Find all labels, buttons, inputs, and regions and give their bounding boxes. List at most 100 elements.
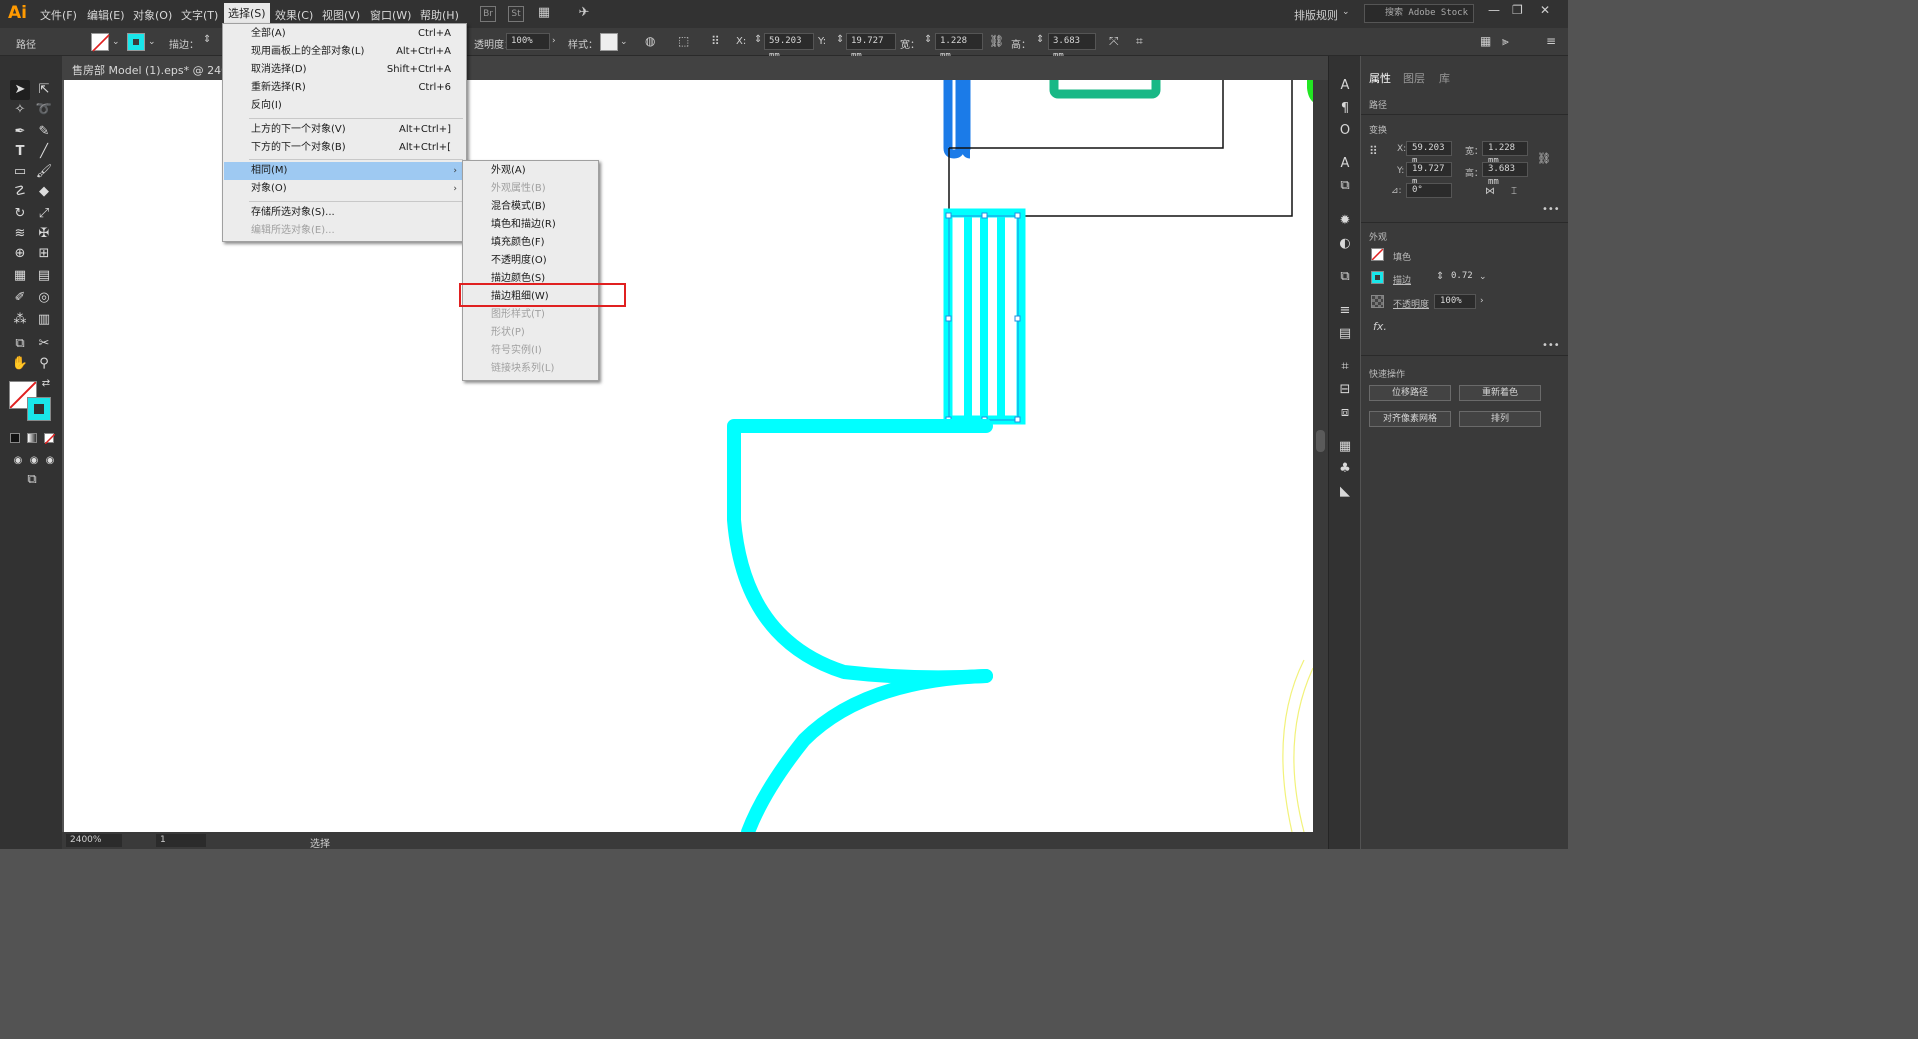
fx-icon[interactable]: fx. (1373, 320, 1387, 333)
selection-tool-icon[interactable]: ➤ (10, 80, 30, 100)
artboard-tool-icon[interactable]: ⧉ (10, 334, 30, 354)
y-field[interactable]: 19.727 m (1406, 162, 1452, 187)
symbols-panel-icon[interactable]: ♣ (1337, 461, 1353, 477)
artboard-number-field[interactable]: 1 (156, 834, 206, 847)
pen-tool-icon[interactable]: ✒ (10, 122, 30, 142)
shape-builder-tool-icon[interactable]: ⊕ (10, 244, 30, 264)
opentype-panel-icon[interactable]: O (1337, 123, 1353, 139)
constrain-proportions-icon[interactable]: ⛓ (1537, 152, 1551, 165)
menu-item-select-all[interactable]: 全部(A) Ctrl+A (224, 25, 465, 43)
yellow-arc[interactable] (1282, 659, 1305, 832)
width-field[interactable]: 1.228 mm (1482, 141, 1528, 166)
status-text[interactable]: 选择 (310, 835, 330, 850)
fill-swatch[interactable] (1371, 248, 1384, 261)
stroke-swatch[interactable] (127, 33, 145, 51)
artboards-panel-icon[interactable]: ⧉ (1337, 269, 1353, 285)
reference-point-icon[interactable]: ⠿ (1369, 144, 1378, 158)
menu-view[interactable]: 视图(V) (322, 7, 360, 23)
submenu-item-opacity[interactable]: 不透明度(O) (464, 252, 598, 270)
draw-inside-icon[interactable]: ◉ (40, 451, 60, 471)
close-button[interactable]: ✕ (1540, 3, 1550, 17)
opacity-field[interactable]: 100% (1434, 294, 1476, 309)
stock-icon[interactable]: St (508, 6, 524, 22)
menu-window[interactable]: 窗口(W) (370, 7, 411, 23)
paintbrush-tool-icon[interactable]: 🖌 (34, 162, 54, 182)
width-field[interactable]: 1.228 mm (935, 33, 983, 61)
gpu-performance-icon[interactable]: ✈ (576, 6, 592, 22)
swap-colors-icon[interactable]: ⇄ (40, 378, 52, 390)
isolate-icon[interactable]: ⌗ (1136, 34, 1143, 49)
submenu-item-shape[interactable]: 形状(P) (464, 324, 598, 342)
stroke-weight-field[interactable]: 0.72 (1446, 270, 1478, 285)
recolor-button[interactable]: 重新着色 (1459, 385, 1541, 401)
chevron-right-icon[interactable]: › (552, 36, 556, 46)
submenu-item-appearance[interactable]: 外观(A) (464, 162, 598, 180)
bridge-icon[interactable]: Br (480, 6, 496, 22)
submenu-item-appearance-attribute[interactable]: 外观属性(B) (464, 180, 598, 198)
eraser-tool-icon[interactable]: ◆ (34, 182, 54, 202)
zoom-tool-icon[interactable]: ⚲ (34, 354, 54, 374)
menu-effect[interactable]: 效果(C) (275, 7, 313, 23)
line-tool-icon[interactable]: ╱ (34, 142, 54, 162)
align-panel-icon[interactable]: ⊟ (1337, 382, 1353, 398)
menu-item-same[interactable]: 相同(M) › (224, 162, 465, 180)
x-field[interactable]: 59.203 mm (764, 33, 814, 61)
chevron-down-icon[interactable]: ⌄ (1479, 272, 1487, 282)
fill-label[interactable]: 填色 (1393, 250, 1411, 263)
symbol-sprayer-tool-icon[interactable]: ⁂ (10, 310, 30, 330)
stepper-icon[interactable]: ⇕ (1436, 271, 1444, 282)
chevron-down-icon[interactable]: ⌄ (148, 37, 156, 47)
stroke-swatch[interactable] (1371, 271, 1384, 284)
chevron-down-icon[interactable]: ⌄ (112, 37, 120, 47)
magic-wand-tool-icon[interactable]: ✧ (10, 100, 30, 120)
submenu-item-graphic-style[interactable]: 图形样式(T) (464, 306, 598, 324)
vertical-scrollbar[interactable] (1313, 80, 1328, 832)
rectangle-tool-icon[interactable]: ▭ (10, 162, 30, 182)
stepper-icon[interactable]: ⇕ (836, 34, 844, 45)
menu-item-save-selection[interactable]: 存储所选对象(S)... (224, 204, 465, 222)
zoom-field[interactable]: 2400% (66, 834, 122, 847)
stepper-icon[interactable]: ⇕ (1036, 34, 1044, 45)
column-graph-tool-icon[interactable]: ▥ (34, 310, 54, 330)
panel-options-icon[interactable]: ⫸ (1502, 34, 1509, 49)
tab-properties[interactable]: 属性 (1369, 70, 1391, 86)
flip-vertical-icon[interactable]: ⌶ (1511, 186, 1517, 197)
menu-item-select-all-artboard[interactable]: 现用画板上的全部对象(L) Alt+Ctrl+A (224, 43, 465, 61)
chevron-down-icon[interactable]: ⌄ (620, 37, 628, 47)
swatches-panel-icon[interactable]: ◐ (1337, 236, 1353, 252)
tab-layers[interactable]: 图层 (1403, 70, 1425, 86)
rotate-tool-icon[interactable]: ↻ (10, 204, 30, 224)
menu-item-reselect[interactable]: 重新选择(R) Ctrl+6 (224, 79, 465, 97)
slice-tool-icon[interactable]: ✂ (34, 334, 54, 354)
mesh-tool-icon[interactable]: ▦ (10, 266, 30, 286)
blend-tool-icon[interactable]: ◎ (34, 288, 54, 308)
gradient-tool-icon[interactable]: ▤ (34, 266, 54, 286)
workspace-switcher[interactable]: 排版规则 (1294, 7, 1338, 23)
eyedropper-tool-icon[interactable]: ✐ (10, 288, 30, 308)
submenu-item-blending-mode[interactable]: 混合模式(B) (464, 198, 598, 216)
transform-icon[interactable]: ⤧ (1109, 34, 1119, 49)
menu-icon[interactable]: ≡ (1546, 34, 1556, 48)
transform-panel-icon[interactable]: ⌗ (1337, 359, 1353, 375)
arrange-icon[interactable]: ▦ (1480, 34, 1491, 48)
shaper-tool-icon[interactable]: ☡ (10, 182, 30, 202)
menu-select[interactable]: 选择(S) (224, 3, 270, 25)
character-panel-icon[interactable]: A (1337, 78, 1353, 94)
puppet-warp-tool-icon[interactable]: ✠ (34, 224, 54, 244)
submenu-item-symbol-instance[interactable]: 符号实例(I) (464, 342, 598, 360)
stepper-icon[interactable]: ⇕ (203, 34, 211, 45)
tab-libraries[interactable]: 库 (1439, 70, 1450, 86)
pathfinder-panel-icon[interactable]: ⧈ (1337, 405, 1353, 421)
fill-swatch[interactable] (91, 33, 110, 52)
height-field[interactable]: 3.683 mm (1482, 162, 1528, 187)
link-proportions-icon[interactable]: ⛓ (989, 34, 1004, 48)
hand-tool-icon[interactable]: ✋ (10, 354, 30, 374)
x-field[interactable]: 59.203 m (1406, 141, 1452, 166)
align-icon[interactable]: ⬚ (678, 34, 689, 48)
submenu-item-fill-color[interactable]: 填充颜色(F) (464, 234, 598, 252)
menu-file[interactable]: 文件(F) (40, 7, 77, 23)
menu-item-next-object-below[interactable]: 下方的下一个对象(B) Alt+Ctrl+[ (224, 139, 465, 157)
menu-edit[interactable]: 编辑(E) (87, 7, 125, 23)
arrange-button[interactable]: 排列 (1459, 411, 1541, 427)
more-options-icon[interactable]: ••• (1542, 204, 1560, 215)
